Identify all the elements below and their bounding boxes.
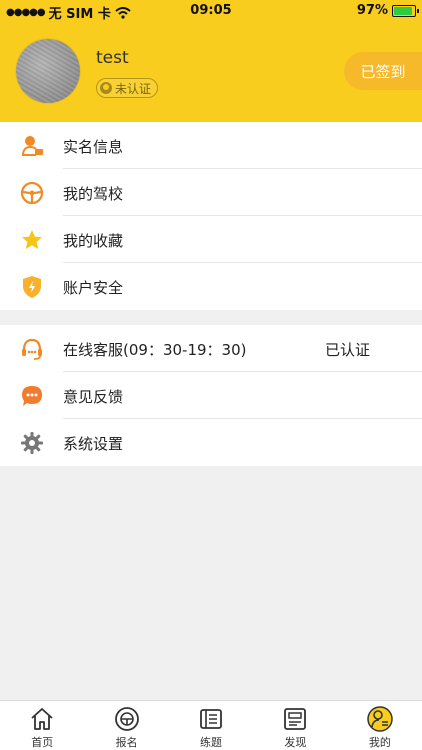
tab-practice[interactable]: 练题 xyxy=(169,701,253,750)
signin-button[interactable]: 已签到 xyxy=(344,52,422,90)
shield-icon xyxy=(23,276,41,298)
tab-label: 报名 xyxy=(115,736,138,749)
star-icon xyxy=(22,230,42,249)
menu-item-label: 系统设置 xyxy=(63,435,124,453)
tab-mine[interactable]: 我的 xyxy=(338,701,422,750)
battery-percent: 97% xyxy=(356,3,388,18)
discover-icon xyxy=(284,708,307,730)
menu-item-label: 意见反馈 xyxy=(63,388,124,406)
battery-icon xyxy=(392,4,419,17)
tab-label: 发现 xyxy=(284,736,307,749)
steering-wheel-icon xyxy=(20,181,44,205)
menu-item-label: 账户安全 xyxy=(63,279,124,297)
menu-item-real-name[interactable]: 实名信息 xyxy=(0,122,422,169)
menu-item-favorites[interactable]: 我的收藏 xyxy=(0,216,422,263)
verify-status-badge[interactable]: 未认证 xyxy=(96,78,159,98)
user-icon xyxy=(100,82,112,94)
customer-service-status: 已认证 xyxy=(325,341,371,359)
tab-bar: 首页 报名 练题 发现 我的 xyxy=(0,700,422,750)
tab-register[interactable]: 报名 xyxy=(84,701,168,750)
menu-item-account-security[interactable]: 账户安全 xyxy=(0,263,422,310)
username: test xyxy=(96,48,129,68)
register-icon xyxy=(114,707,139,731)
menu-group-support: 在线客服(09：30-19：30) 已认证 意见反馈 系统设置 xyxy=(0,325,422,466)
tab-label: 我的 xyxy=(368,736,391,749)
menu-group-account: 实名信息 我的驾校 我的收藏 账户安全 xyxy=(0,122,422,310)
home-icon xyxy=(31,708,53,730)
avatar[interactable] xyxy=(16,39,80,103)
menu-item-feedback[interactable]: 意见反馈 xyxy=(0,372,422,419)
menu-item-settings[interactable]: 系统设置 xyxy=(0,419,422,466)
verify-status-label: 未认证 xyxy=(115,81,152,96)
tab-label: 首页 xyxy=(31,736,54,749)
menu-item-driving-school[interactable]: 我的驾校 xyxy=(0,169,422,216)
chat-bubble-icon xyxy=(22,386,42,406)
practice-icon xyxy=(200,709,222,729)
menu-item-label: 我的驾校 xyxy=(63,185,124,203)
menu-item-customer-service[interactable]: 在线客服(09：30-19：30) 已认证 xyxy=(0,325,422,372)
menu-item-label: 在线客服(09：30-19：30) xyxy=(63,341,247,359)
profile-icon xyxy=(367,706,393,732)
tab-home[interactable]: 首页 xyxy=(0,701,84,750)
profile-header: test 未认证 已签到 xyxy=(0,22,422,122)
tab-discover[interactable]: 发现 xyxy=(253,701,337,750)
menu-item-label: 我的收藏 xyxy=(63,232,124,250)
gear-icon xyxy=(21,432,43,454)
menu-item-label: 实名信息 xyxy=(63,138,124,156)
tab-label: 练题 xyxy=(200,736,223,749)
id-card-icon xyxy=(22,136,43,156)
status-bar: ●●●●● 无 SIM 卡 09:05 97% xyxy=(0,0,422,22)
headset-icon xyxy=(22,338,42,360)
